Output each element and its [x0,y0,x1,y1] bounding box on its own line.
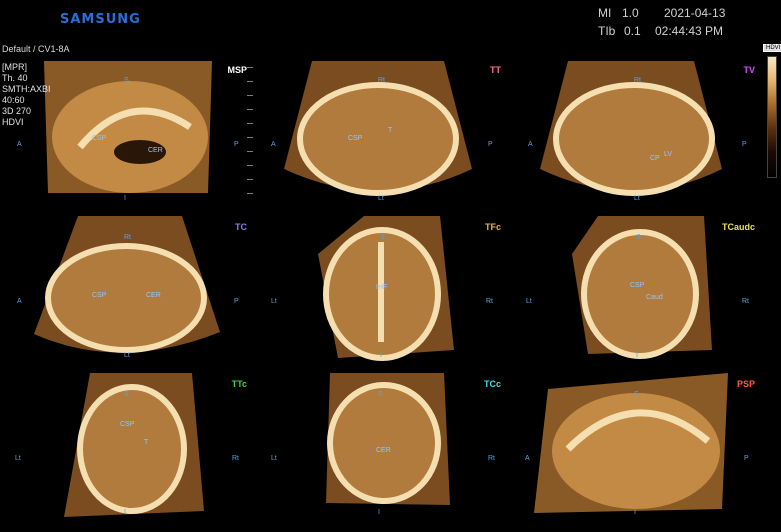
orientation-bottom: Lt [634,195,640,202]
panel-psp[interactable]: PSP S I A P [508,371,761,527]
orientation-bottom: Lt [378,195,384,202]
panel-title: TCc [483,379,501,389]
mpr-info: [MPR] Th. 40 SMTH:AXBI 40:60 3D 270 HDVI [2,62,51,127]
grayscale-colorbar [767,56,777,178]
orientation-top: Rt [634,77,641,84]
orientation-left: A [17,141,22,148]
panel-ttc[interactable]: TTc S I Lt Rt CSP T [0,371,253,527]
tib-value: 0.1 [624,24,641,38]
orientation-right: P [744,455,749,462]
orientation-left: Lt [271,455,277,462]
colorbar-label: HDVI [763,44,781,52]
panel-msp[interactable]: [MPR] Th. 40 SMTH:AXBI 40:60 3D 270 HDVI… [0,57,253,213]
orientation-right: Rt [486,298,493,305]
tib-label: TIb [598,24,616,38]
mi-label: MI [598,6,612,20]
panel-tcaudc[interactable]: TCaudc S I Lt Rt CSP Caud [508,214,761,370]
panel-title: TCaudc [721,222,755,232]
panel-title: MSP [227,65,247,75]
orientation-top: S [636,234,641,241]
anatomy-label: CSP [348,135,363,142]
anatomy-label: CER [376,447,391,454]
top-bar: SAMSUNG MI 1.0 TIb 0.1 2021-04-13 02:44:… [0,0,781,44]
anatomy-label: CER [148,147,163,154]
panel-title: TC [235,222,247,232]
orientation-right: Rt [232,455,239,462]
orientation-top: S [380,234,385,241]
orientation-top: S [124,391,129,398]
orientation-top: S [634,391,639,398]
anatomy-label: CSP [92,292,107,299]
anatomy-label: Caud [646,294,663,301]
panel-title: TFc [484,222,501,232]
orientation-left: Lt [526,298,532,305]
orientation-bottom: I [380,352,382,359]
orientation-bottom: I [124,509,126,516]
orientation-right: Rt [742,298,749,305]
anatomy-label: CSP [630,282,645,289]
orientation-bottom: Lt [124,352,130,359]
panel-title: PSP [736,379,755,389]
panel-tc[interactable]: TC Rt Lt A P CSP CER [0,214,253,370]
panel-tfc[interactable]: TFc S I Lt Rt IHF [254,214,507,370]
orientation-left: A [525,455,530,462]
anatomy-label: CSP [120,421,135,428]
orientation-top: S [378,391,383,398]
orientation-right: P [742,141,747,148]
anatomy-label: CER [146,292,161,299]
exam-date: 2021-04-13 [664,6,726,20]
exam-time: 02:44:43 PM [655,24,724,38]
orientation-left: A [271,141,276,148]
anatomy-label: IHF [376,284,388,291]
orientation-bottom: I [124,195,126,202]
orientation-right: Rt [488,455,495,462]
mpr-grid: [MPR] Th. 40 SMTH:AXBI 40:60 3D 270 HDVI… [0,57,761,527]
orientation-right: P [234,298,239,305]
orientation-left: Lt [271,298,277,305]
panel-title: TV [743,65,755,75]
anatomy-label: T [388,127,393,134]
panel-title: TTc [231,379,247,389]
orientation-bottom: I [378,509,380,516]
anatomy-label: LV [664,151,673,158]
mi-value: 1.0 [622,6,639,20]
panel-title: TT [490,65,501,75]
orientation-top: S [124,77,129,84]
panel-tv[interactable]: TV Rt Lt A P CP LV [508,57,761,213]
brand-logo: SAMSUNG [60,12,141,27]
anatomy-label: T [144,439,149,446]
orientation-left: A [17,298,22,305]
panel-tt[interactable]: TT Rt Lt A P CSP T [254,57,507,213]
anatomy-label: CSP [92,135,107,142]
orientation-right: P [488,141,493,148]
panel-tcc[interactable]: TCc S I Lt Rt CER [254,371,507,527]
depth-ruler [247,67,253,197]
orientation-top: Rt [124,234,131,241]
orientation-bottom: I [636,352,638,359]
preset-name: Default / CV1-8A [2,44,70,54]
ultrasound-image-tcaudc [572,216,712,359]
anatomy-label: CP [650,155,660,162]
orientation-bottom: I [634,509,636,516]
orientation-left: Lt [15,455,21,462]
orientation-top: Rt [378,77,385,84]
orientation-right: P [234,141,239,148]
orientation-left: A [528,141,533,148]
